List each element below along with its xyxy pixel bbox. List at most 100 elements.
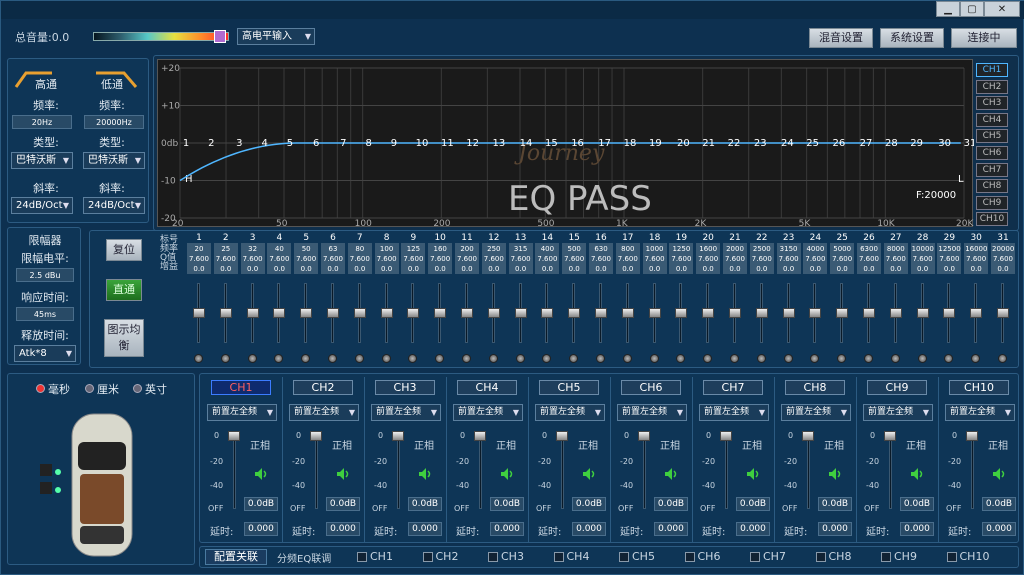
- eq-band-frequency[interactable]: 63: [322, 245, 344, 253]
- eq-band-frequency[interactable]: 1250: [670, 245, 692, 253]
- eq-band-q[interactable]: 7.600: [885, 255, 907, 263]
- output-route-select[interactable]: 前置左全频 ▼: [371, 404, 441, 421]
- output-route-select[interactable]: 前置左全频 ▼: [289, 404, 359, 421]
- eq-band-fader-knob[interactable]: [327, 308, 339, 318]
- channel-select-ch9[interactable]: CH9: [976, 195, 1008, 210]
- speaker-icon[interactable]: [664, 467, 680, 481]
- output-channel-title[interactable]: CH2: [293, 380, 353, 395]
- eq-graph[interactable]: +20 +10 0db -10 -20 20 50 100 200 500 1K 2K 5K 10K 20K…: [157, 59, 976, 229]
- eq-band-frequency[interactable]: 32: [242, 245, 264, 253]
- unit-ms-radio[interactable]: [36, 384, 45, 393]
- eq-band-gain[interactable]: 0.0: [268, 265, 290, 273]
- eq-band-frequency[interactable]: 16000: [965, 245, 987, 253]
- output-gain-fader-knob[interactable]: [474, 431, 486, 441]
- output-gain-fader-knob[interactable]: [802, 431, 814, 441]
- eq-band-fader-knob[interactable]: [943, 308, 956, 318]
- volume-slider-knob[interactable]: [214, 30, 226, 43]
- output-route-select[interactable]: 前置左全频 ▼: [863, 404, 933, 421]
- output-route-select[interactable]: 前置左全频 ▼: [617, 404, 687, 421]
- output-channel-title[interactable]: CH5: [539, 380, 599, 395]
- delay-value[interactable]: 0.000: [654, 522, 688, 536]
- link-checkbox-ch8[interactable]: [815, 552, 826, 562]
- eq-band-frequency[interactable]: 25: [215, 245, 237, 253]
- eq-band-gain[interactable]: 0.0: [670, 265, 692, 273]
- unit-cm-radio[interactable]: [85, 384, 94, 393]
- eq-band-fader-knob[interactable]: [300, 308, 313, 318]
- eq-band-q[interactable]: 7.600: [349, 255, 371, 263]
- output-route-select[interactable]: 前置左全频 ▼: [945, 404, 1015, 421]
- eq-band-frequency[interactable]: 800: [617, 245, 639, 253]
- eq-band-fader-knob[interactable]: [514, 308, 527, 318]
- output-channel-title[interactable]: CH3: [375, 380, 435, 395]
- output-gain-fader-track[interactable]: [561, 433, 564, 509]
- eq-band-frequency[interactable]: 315: [510, 245, 532, 253]
- link-checkbox-ch9[interactable]: [881, 552, 891, 562]
- eq-band-q[interactable]: 7.600: [510, 255, 532, 263]
- eq-band-q[interactable]: 7.600: [778, 255, 800, 263]
- eq-band-fader-knob[interactable]: [755, 308, 768, 318]
- eq-band-frequency[interactable]: 50: [295, 245, 317, 253]
- output-gain-fader-track[interactable]: [479, 433, 482, 509]
- eq-band-q[interactable]: 7.600: [965, 255, 987, 263]
- eq-band-fader-knob[interactable]: [434, 308, 447, 318]
- eq-band-frequency[interactable]: 200: [456, 245, 478, 253]
- input-select[interactable]: 高电平输入 ▼: [237, 28, 315, 45]
- eq-band-gain[interactable]: 0.0: [456, 265, 478, 273]
- minimize-button[interactable]: ▁: [936, 1, 960, 17]
- eq-band-q[interactable]: 7.600: [188, 255, 210, 263]
- output-gain-fader-knob[interactable]: [310, 431, 322, 441]
- output-channel-title[interactable]: CH1: [211, 380, 271, 395]
- eq-band-fader-knob[interactable]: [246, 308, 259, 318]
- eq-band-fader-knob[interactable]: [782, 308, 795, 318]
- channel-select-ch5[interactable]: CH5: [976, 129, 1008, 144]
- output-gain-fader-knob[interactable]: [966, 431, 978, 441]
- eq-band-frequency[interactable]: 160: [429, 245, 451, 253]
- eq-band-frequency[interactable]: 250: [483, 245, 505, 253]
- eq-band-gain[interactable]: 0.0: [804, 265, 826, 273]
- bypass-button[interactable]: 直通: [106, 279, 142, 301]
- link-checkbox-ch5[interactable]: [619, 552, 629, 562]
- delay-value[interactable]: 0.000: [572, 522, 606, 536]
- output-route-select[interactable]: 前置左全频 ▼: [781, 404, 851, 421]
- channel-select-ch4[interactable]: CH4: [976, 112, 1008, 127]
- eq-band-gain[interactable]: 0.0: [563, 265, 585, 273]
- output-gain-value[interactable]: 0.0dB: [900, 497, 934, 511]
- output-route-select[interactable]: 前置左全频 ▼: [699, 404, 769, 421]
- speaker-icon[interactable]: [828, 467, 844, 481]
- eq-band-gain[interactable]: 0.0: [617, 265, 639, 273]
- channel-select-ch2[interactable]: CH2: [976, 79, 1008, 94]
- output-gain-value[interactable]: 0.0dB: [818, 497, 852, 511]
- eq-band-gain[interactable]: 0.0: [938, 265, 960, 273]
- eq-band-frequency[interactable]: 8000: [885, 245, 907, 253]
- eq-band-fader-knob[interactable]: [916, 308, 929, 318]
- channel-select-ch1[interactable]: CH1: [976, 63, 1008, 77]
- speaker-icon[interactable]: [910, 467, 926, 481]
- delay-value[interactable]: 0.000: [900, 522, 934, 536]
- channel-select-ch8[interactable]: CH8: [976, 179, 1008, 194]
- eq-band-frequency[interactable]: 100: [376, 245, 398, 253]
- eq-band-q[interactable]: 7.600: [992, 255, 1014, 263]
- link-checkbox-ch10[interactable]: [946, 552, 957, 562]
- output-gain-fader-track[interactable]: [315, 433, 318, 509]
- output-gain-fader-knob[interactable]: [392, 431, 404, 441]
- delay-value[interactable]: 0.000: [982, 522, 1016, 536]
- eq-band-q[interactable]: 7.600: [376, 255, 398, 263]
- output-gain-fader-knob[interactable]: [228, 431, 240, 441]
- system-settings-button[interactable]: 系统设置: [880, 28, 944, 48]
- config-link-button[interactable]: 配置关联: [205, 549, 267, 565]
- eq-band-frequency[interactable]: 3150: [778, 245, 800, 253]
- attack-field[interactable]: 45ms: [16, 307, 74, 321]
- eq-band-gain[interactable]: 0.0: [349, 265, 371, 273]
- eq-band-gain[interactable]: 0.0: [510, 265, 532, 273]
- eq-band-q[interactable]: 7.600: [617, 255, 639, 263]
- eq-band-q[interactable]: 7.600: [295, 255, 317, 263]
- eq-band-gain[interactable]: 0.0: [992, 265, 1014, 273]
- eq-band-q[interactable]: 7.600: [456, 255, 478, 263]
- link-checkbox-ch6[interactable]: [684, 552, 695, 562]
- eq-band-fader-knob[interactable]: [675, 308, 688, 318]
- lp-freq-field[interactable]: 20000Hz: [84, 115, 144, 129]
- output-gain-value[interactable]: 0.0dB: [982, 497, 1016, 511]
- eq-band-frequency[interactable]: 400: [536, 245, 558, 253]
- speaker-icon[interactable]: [254, 467, 270, 481]
- delay-value[interactable]: 0.000: [490, 522, 524, 536]
